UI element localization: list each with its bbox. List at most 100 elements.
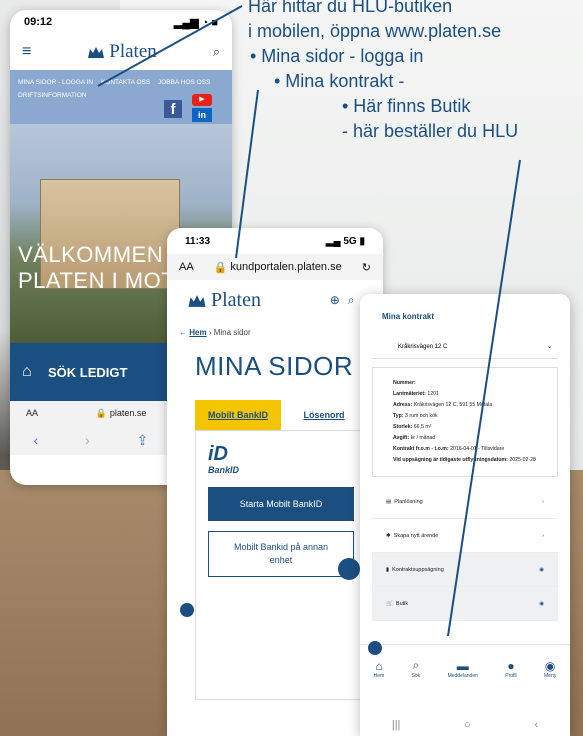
row-butik-label: Butik	[395, 600, 409, 607]
hero-title-line-2: PLATEN I MOTA	[18, 268, 189, 293]
key-house-icon: ⌂	[22, 363, 32, 380]
kontrakt-select-value: Kråkrisvägen 12 C	[398, 343, 448, 350]
home-icon: ⌂	[375, 658, 383, 673]
home-button-icon[interactable]: ○	[464, 719, 471, 731]
recent-apps-icon[interactable]: |||	[392, 719, 401, 731]
nav-drift[interactable]: DRIFTSINFORMATION	[18, 92, 87, 99]
typ-label: Typ:	[393, 413, 404, 419]
text-size-icon-2[interactable]: AA	[179, 261, 194, 273]
status-time-2: 11:33	[185, 235, 211, 247]
top-nav: MINA SIDOR - LOGGA IN KONTAKTA OSS JOBBA…	[10, 70, 232, 124]
adress-value: Kråkrisvägen 12 C, 591 55 Motala	[413, 402, 493, 408]
lantmateriet-value: 1201	[427, 391, 439, 397]
row-skapa-arende[interactable]: ✱ Skapa nytt ärende ›	[372, 519, 558, 553]
tab-hem-label: Hem	[373, 672, 385, 679]
hero-title: VÄLKOMMEN T PLATEN I MOTA	[18, 242, 189, 294]
uppsagning-label: Vid uppsägning är tidigaste utflyttnings…	[393, 457, 508, 463]
storlek-value: 66,5 m²	[413, 424, 432, 430]
uppsagning-value: 2025-02-28	[509, 457, 536, 463]
globe-icon[interactable]: ⊕	[330, 293, 340, 308]
tab-profil[interactable]: ● Profil	[505, 659, 516, 679]
annotation-line-1: Här hittar du HLU-butiken	[248, 0, 453, 16]
kontrakt-info: Nummer: Lantmäteriet: 1201 Adress: Kråkr…	[372, 367, 558, 477]
phone-kundportalen-login: 11:33 ▂▄ 5G ▮ AA 🔒 kundportalen.platen.s…	[167, 228, 383, 736]
adress-label: Adress:	[393, 402, 413, 408]
cookie-icon-2[interactable]	[368, 641, 382, 655]
tab-meddelanden[interactable]: ▬ Meddelanden	[448, 659, 478, 679]
bankid-annan-enhet-button[interactable]: Mobilt Bankid på annan enhet	[208, 531, 354, 577]
lock-icon-2: 🔒	[213, 261, 228, 274]
search-icon-2[interactable]: ⌕	[348, 293, 355, 308]
crown-icon-2	[188, 294, 206, 307]
chat-icon-2: ◉	[544, 658, 556, 673]
reload-icon[interactable]: ↻	[362, 261, 371, 274]
chevron-down-icon: ⌄	[546, 344, 552, 350]
tab-sok[interactable]: ⌕ Sök	[412, 658, 421, 679]
network-icon: ▂▄ 5G ▮	[325, 235, 365, 247]
nav-kontakta[interactable]: KONTAKTA OSS	[101, 79, 150, 86]
row-planlosning[interactable]: ▤ Planlösning ›	[372, 485, 558, 519]
back-button-icon[interactable]: ‹	[534, 719, 538, 731]
gear-icon: ✱	[386, 532, 391, 539]
page-title: MINA SIDOR	[195, 351, 354, 381]
cookie-icon[interactable]	[180, 603, 194, 617]
tab-meny[interactable]: ◉ Meny	[544, 659, 556, 679]
logo-text: Platen	[109, 41, 157, 62]
site-header-2: Platen ⊕ ⌕ ◉	[167, 280, 383, 320]
facebook-icon[interactable]: f	[164, 100, 182, 118]
breadcrumb: ← Hem › Mina sidor	[167, 320, 383, 345]
tab-mobilt-bankid[interactable]: Mobilt BankID	[195, 400, 281, 430]
bottom-tab-bar: ⌂ Hem ⌕ Sök ▬ Meddelanden ● Profil ◉ Meny	[360, 644, 570, 692]
tab-profil-label: Profil	[505, 672, 517, 679]
signal-icon: ▂▄▆ ◔ ■	[173, 16, 218, 29]
youtube-icon[interactable]: ▶	[192, 94, 212, 106]
starta-bankid-button[interactable]: Starta Mobilt BankID	[208, 487, 354, 521]
floorplan-icon: ▤	[386, 498, 392, 505]
annotation-line-4: • Mina kontrakt -	[274, 71, 405, 91]
android-nav-bar: ||| ○ ‹	[360, 714, 570, 736]
crumb-home[interactable]: Hem	[189, 328, 206, 337]
nav-mina-sidor[interactable]: MINA SIDOR - LOGGA IN	[18, 79, 93, 86]
message-icon: ▬	[456, 658, 469, 673]
nummer-label: Nummer:	[393, 380, 416, 386]
kontrakt-title: Mina kontrakt	[382, 312, 435, 321]
back-arrow-icon[interactable]: ←	[179, 328, 187, 337]
avgift-label: Avgift:	[393, 435, 410, 441]
platen-logo[interactable]: Platen	[87, 41, 157, 63]
phone-mina-kontrakt: Mina kontrakt Kråkrisvägen 12 C ⌄ Nummer…	[360, 294, 570, 736]
chat-icon[interactable]	[338, 558, 360, 580]
share-icon[interactable]: ⇪	[137, 432, 149, 449]
typ-value: 3 rum och kök	[405, 413, 438, 419]
network-label: 5G	[343, 235, 357, 247]
annotation-line-2: i mobilen, öppna www.platen.se	[248, 21, 502, 41]
crown-icon	[88, 47, 105, 58]
menu-icon[interactable]: ≡	[22, 43, 31, 61]
row-planlosning-label: Planlösning	[394, 498, 423, 505]
chevron-right-icon: ›	[542, 532, 544, 539]
row-skapa-arende-label: Skapa nytt ärende	[393, 532, 439, 539]
row-kontraktsuppsagning[interactable]: ▮ Kontraktsuppsägning ◉	[372, 553, 558, 587]
nav-jobba[interactable]: JOBBA HOS OSS	[158, 79, 210, 86]
bankid-label: BankID	[208, 465, 240, 475]
cart-icon: 🛒	[386, 600, 393, 607]
browser-address-bar-2[interactable]: AA 🔒 kundportalen.platen.se ↻	[167, 254, 383, 280]
kontrakt-period-label: Kontrakt fr.o.m - t.o.m:	[393, 446, 449, 452]
storlek-label: Storlek:	[393, 424, 413, 430]
forward-icon[interactable]: ›	[85, 432, 90, 448]
tab-sok-label: Sök	[411, 673, 421, 679]
profile-icon: ●	[507, 658, 515, 673]
platen-logo-2[interactable]: Platen	[187, 289, 261, 312]
back-icon[interactable]: ‹	[33, 432, 38, 448]
crumb-separator-icon: ›	[208, 328, 212, 337]
row-butik[interactable]: 🛒 Butik ◉	[372, 587, 558, 621]
text-size-icon[interactable]: AA	[26, 408, 38, 418]
search-icon[interactable]: ⌕	[213, 44, 220, 60]
login-tabs: Mobilt BankID Lösenord	[195, 400, 367, 430]
sok-ledigt-label: SÖK LEDIGT	[48, 364, 128, 380]
kontrakt-select[interactable]: Kråkrisvägen 12 C ⌄	[372, 335, 558, 359]
tab-hem[interactable]: ⌂ Hem	[374, 659, 385, 679]
annotation-line-6: - här beställer du HLU	[342, 121, 519, 141]
linkedin-icon[interactable]: in	[192, 108, 212, 122]
status-time: 09:12	[24, 16, 53, 28]
tab-losenord[interactable]: Lösenord	[281, 400, 367, 430]
